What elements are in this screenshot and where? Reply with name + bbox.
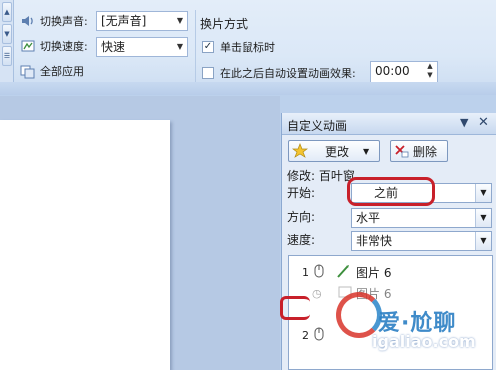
modify-label: 修改: 百叶窗: [287, 169, 355, 183]
sound-label: 切换声音:: [40, 15, 88, 28]
star-icon: [289, 143, 311, 159]
list-item-number: 1: [302, 266, 309, 279]
apply-all-button[interactable]: 全部应用: [20, 63, 84, 79]
chevron-down-icon: ▼: [475, 184, 491, 202]
advance-group-title: 换片方式: [200, 15, 248, 32]
slide-canvas[interactable]: [0, 120, 170, 370]
clock-icon: ◷: [312, 287, 322, 300]
speed-select[interactable]: 快速 ▼: [96, 37, 188, 57]
start-label: 开始:: [287, 186, 316, 200]
sound-row: 切换声音:: [20, 13, 88, 29]
spinner-arrows-icon[interactable]: ▲ ▼: [423, 62, 437, 82]
sound-select[interactable]: [无声音] ▼: [96, 11, 188, 31]
change-effect-button[interactable]: 更改 ▼: [288, 140, 380, 162]
speed-select-pane-value: 非常快: [356, 234, 393, 248]
direction-select[interactable]: 水平 ▼: [351, 208, 492, 228]
mouse-icon: [312, 263, 328, 282]
speaker-icon: [20, 13, 36, 29]
after-label: 在此之后自动设置动画效果:: [220, 67, 356, 80]
pane-menu-icon[interactable]: ▼: [460, 116, 468, 129]
list-item[interactable]: 2: [289, 326, 328, 345]
apply-all-icon: [20, 63, 36, 79]
close-icon[interactable]: ✕: [478, 115, 489, 130]
chevron-down-icon: ▼: [363, 146, 370, 156]
gallery-more-icon[interactable]: ☰: [2, 46, 12, 66]
gallery-up-arrow-icon[interactable]: ▲: [2, 2, 12, 22]
list-item[interactable]: 1 图片 6: [289, 263, 391, 282]
speed-select-pane[interactable]: 非常快 ▼: [351, 231, 492, 251]
after-checkbox-row[interactable]: 在此之后自动设置动画效果:: [202, 65, 356, 81]
list-item-number: 2: [302, 329, 309, 342]
speed-label-pane: 速度:: [287, 233, 316, 247]
direction-label: 方向:: [287, 210, 316, 224]
after-checkbox[interactable]: [202, 67, 214, 79]
annotation-start-highlight: [347, 177, 435, 206]
ribbon: ▲ ▼ ☰ 切换声音: [无声音] ▼ 切换速度: 快速 ▼ 全部应用 换片方式…: [0, 0, 496, 95]
annotation-list-highlight: [280, 296, 310, 320]
advance-group-title-text: 换片方式: [200, 17, 249, 31]
pane-header: 自定义动画 ▼ ✕: [282, 113, 496, 135]
on-click-label: 单击鼠标时: [220, 41, 275, 54]
pane-title: 自定义动画: [287, 119, 348, 133]
group-separator: [195, 10, 196, 82]
after-time-spinner[interactable]: 00:00 ▲ ▼: [370, 61, 438, 83]
list-item-text: 图片 6: [356, 266, 392, 280]
speed-row: 切换速度:: [20, 38, 88, 54]
speed-label: 切换速度:: [40, 40, 88, 53]
chevron-down-icon: ▼: [475, 232, 491, 250]
direction-select-value: 水平: [356, 211, 381, 225]
mouse-icon: [312, 326, 328, 345]
on-click-checkbox[interactable]: ✓: [202, 41, 214, 53]
delete-icon: [391, 143, 411, 159]
slide-workspace: [0, 96, 280, 370]
watermark-domain: igaliao.com: [372, 332, 476, 351]
on-click-checkbox-row[interactable]: ✓ 单击鼠标时: [202, 39, 275, 55]
delete-effect-label: 删除: [413, 144, 438, 159]
speed-icon: [20, 38, 36, 54]
apply-all-label: 全部应用: [40, 65, 84, 78]
speed-select-value: 快速: [101, 40, 126, 54]
delete-effect-button[interactable]: 删除: [390, 140, 448, 162]
chevron-down-icon: ▼: [176, 42, 184, 51]
chevron-down-icon: ▼: [475, 209, 491, 227]
change-effect-label: 更改: [325, 144, 350, 159]
sound-select-value: [无声音]: [101, 14, 147, 28]
chevron-down-icon: ▼: [176, 16, 184, 25]
gallery-down-arrow-icon[interactable]: ▼: [2, 24, 12, 44]
ribbon-group-label-strip: [0, 82, 496, 95]
after-time-value: 00:00: [375, 64, 410, 78]
gallery-scroll: ▲ ▼ ☰: [0, 0, 14, 82]
effect-icon: [336, 263, 356, 282]
